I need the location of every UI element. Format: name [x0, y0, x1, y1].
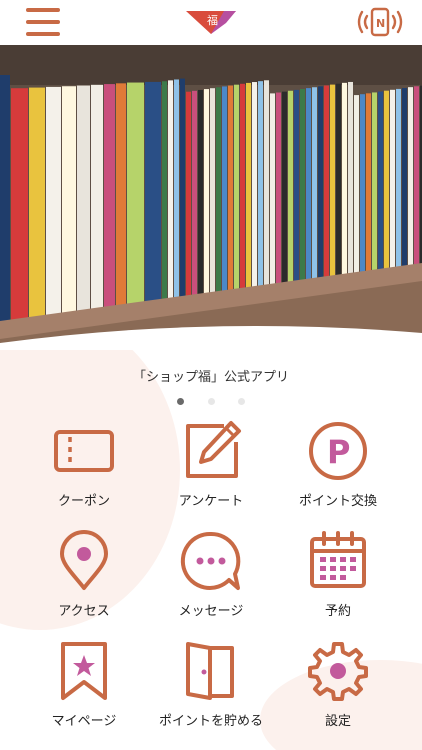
coupon-icon	[54, 430, 114, 472]
menu-survey-button[interactable]: アンケート	[156, 420, 266, 520]
menu-settings-button[interactable]: 設定	[283, 640, 393, 740]
menu-point-exchange-button[interactable]: P ポイント交換	[283, 420, 393, 520]
menu-earn-points-button[interactable]: ポイントを貯める	[156, 640, 266, 740]
bookmark-star-icon	[61, 642, 107, 700]
shop-logo: 福	[186, 9, 236, 35]
svg-text:P: P	[327, 433, 350, 471]
menu-reservation-button[interactable]: 予約	[283, 530, 393, 630]
calendar-icon	[310, 531, 366, 588]
carousel-dot-2[interactable]	[207, 398, 215, 405]
menu-label: 設定	[324, 714, 351, 729]
bookshelf-photo	[0, 45, 422, 350]
nfc-phone-icon[interactable]: N	[356, 7, 404, 37]
menu-label: ポイント交換	[298, 494, 377, 509]
map-pin-icon	[60, 530, 108, 590]
door-icon	[186, 642, 234, 700]
menu-label: 予約	[324, 604, 351, 619]
survey-icon	[186, 421, 241, 478]
carousel-caption: 「ショップ福」公式アプリ	[132, 370, 289, 385]
menu-label: アンケート	[178, 494, 244, 509]
point-exchange-icon: P	[309, 422, 367, 480]
menu-label: クーポン	[57, 494, 110, 509]
carousel-slide-image[interactable]	[0, 45, 422, 350]
menu-label: ポイントを貯める	[158, 714, 263, 729]
gear-icon	[308, 642, 368, 701]
menu-label: メッセージ	[178, 604, 244, 619]
menu-label: マイページ	[51, 714, 117, 729]
menu-label: アクセス	[58, 604, 110, 619]
app-header: 福 N	[0, 0, 422, 45]
menu-mypage-button[interactable]: マイページ	[29, 640, 139, 740]
carousel-dot-3[interactable]	[237, 398, 245, 405]
carousel-indicator[interactable]	[0, 390, 422, 405]
logo-text: 福	[207, 13, 218, 27]
hamburger-menu-icon[interactable]	[26, 8, 60, 36]
message-icon	[180, 531, 241, 590]
menu-access-button[interactable]: アクセス	[29, 530, 139, 630]
menu-message-button[interactable]: メッセージ	[156, 530, 266, 630]
nfc-letter: N	[376, 17, 385, 30]
menu-coupon-button[interactable]: クーポン	[29, 420, 139, 520]
